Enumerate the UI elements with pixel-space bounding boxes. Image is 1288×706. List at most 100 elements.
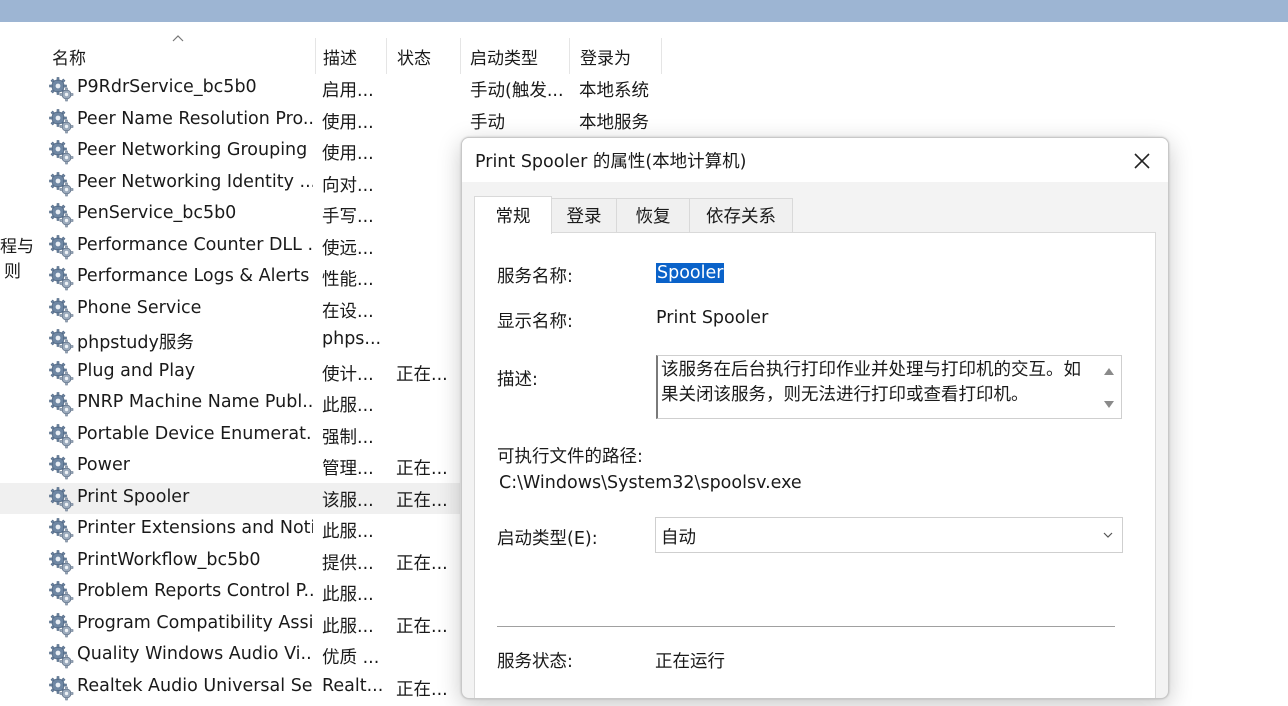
table-row[interactable]: Problem Reports Control P... 此服...	[0, 577, 460, 608]
description-text: 该服务在后台执行打印作业并处理与打印机的交互。如果关闭该服务，则无法进行打印或查…	[661, 360, 1081, 405]
service-name-cell: P9RdrService_bc5b0	[77, 77, 257, 97]
service-logon-cell: 本地系统	[579, 81, 649, 101]
exe-path-value: C:\Windows\System32\spoolsv.exe	[499, 473, 802, 493]
table-row[interactable]: Performance Counter DLL ... 使远...	[0, 231, 460, 262]
service-description-cell: 此服...	[322, 522, 374, 542]
service-name-cell: phpstudy服务	[77, 333, 194, 353]
column-header-status[interactable]: 状态	[387, 38, 461, 74]
tab-logon[interactable]: 登录	[551, 198, 617, 232]
gears-icon	[48, 234, 74, 260]
gears-icon	[48, 549, 74, 575]
tab-general[interactable]: 常规	[474, 196, 552, 234]
service-startup-type-cell: 手动(触发...	[470, 81, 564, 101]
service-name-cell: Power	[77, 455, 130, 475]
display-name-value: Print Spooler	[656, 308, 769, 328]
table-row[interactable]: Printer Extensions and Noti... 此服...	[0, 514, 460, 545]
gears-icon	[48, 643, 74, 669]
service-name-cell: Peer Networking Identity ...	[77, 171, 313, 192]
service-name-cell: Print Spooler	[77, 486, 190, 507]
gears-icon	[48, 328, 74, 354]
service-status-value: 正在运行	[655, 652, 725, 672]
column-header-name[interactable]: 名称	[42, 38, 316, 74]
table-row[interactable]: Peer Networking Grouping 使用...	[0, 136, 460, 167]
display-name-label: 显示名称:	[497, 312, 573, 332]
service-name-cell: PenService_bc5b0	[77, 203, 237, 223]
gears-icon	[48, 391, 74, 417]
dialog-titlebar[interactable]: Print Spooler 的属性(本地计算机)	[462, 138, 1168, 182]
description-label: 描述:	[497, 370, 538, 390]
service-status-cell: 正在...	[396, 616, 448, 637]
service-description-cell: 提供...	[322, 553, 374, 574]
service-name-cell: Quality Windows Audio Vi...	[77, 644, 313, 664]
column-header-label: 描述	[323, 48, 357, 69]
service-description-cell: Realt...	[322, 675, 384, 696]
service-name-cell: Plug and Play	[77, 360, 196, 381]
column-header-label: 状态	[397, 48, 431, 69]
table-row[interactable]: P9RdrService_bc5b0 启用... 手动(触发... 本地系统	[0, 73, 680, 104]
table-row[interactable]: PenService_bc5b0 手写...	[0, 199, 460, 230]
scroll-down-icon[interactable]	[1103, 400, 1115, 410]
service-name-cell: Peer Networking Grouping	[77, 140, 308, 160]
service-name-cell: PrintWorkflow_bc5b0	[77, 549, 261, 570]
gears-icon	[48, 297, 74, 323]
table-row[interactable]: phpstudy服务 phps...	[0, 325, 460, 356]
service-name-cell: Portable Device Enumerat...	[77, 423, 313, 444]
general-tab-panel: 服务名称: Spooler 显示名称: Print Spooler 描述: 该服…	[474, 232, 1156, 698]
service-name-value[interactable]: Spooler	[656, 263, 725, 283]
table-row[interactable]: Plug and Play 使计... 正在...	[0, 357, 460, 388]
startup-type-select[interactable]: 自动	[655, 517, 1123, 553]
table-row[interactable]: Portable Device Enumerat... 强制...	[0, 420, 460, 451]
gears-icon	[48, 580, 74, 606]
service-name-cell: PNRP Machine Name Publ...	[77, 392, 313, 412]
table-row[interactable]: Print Spooler 该服... 正在...	[0, 482, 460, 514]
close-icon[interactable]	[1130, 150, 1154, 172]
table-row[interactable]: Program Compatibility Assi... 此服... 正在...	[0, 609, 460, 640]
table-row[interactable]: Peer Name Resolution Pro... 使用... 手动 本地服务	[0, 105, 680, 136]
exe-path-label: 可执行文件的路径:	[497, 447, 643, 467]
tab-label: 登录	[566, 207, 602, 227]
service-description-cell: 此服...	[322, 396, 374, 416]
table-row[interactable]: Phone Service 在设...	[0, 294, 460, 325]
gears-icon	[48, 423, 74, 449]
table-row[interactable]: Realtek Audio Universal Se... Realt... 正在.…	[0, 672, 460, 703]
service-description-cell: 性能...	[322, 270, 374, 290]
column-header-description[interactable]: 描述	[313, 38, 387, 74]
startup-type-label: 启动类型(E):	[497, 529, 598, 549]
gears-icon	[48, 454, 74, 480]
divider	[497, 626, 1115, 627]
service-description-cell: 优质 ...	[322, 648, 380, 668]
tab-recovery[interactable]: 恢复	[616, 198, 690, 232]
service-name-cell: Printer Extensions and Noti...	[77, 518, 313, 538]
service-name-cell: Program Compatibility Assi...	[77, 612, 313, 633]
service-description-cell: 在设...	[322, 301, 374, 322]
table-row[interactable]: Performance Logs & Alerts 性能...	[0, 262, 460, 293]
table-row[interactable]: PNRP Machine Name Publ... 此服...	[0, 388, 460, 419]
chevron-down-icon	[1103, 532, 1113, 538]
service-description-cell: 此服...	[322, 616, 374, 637]
service-status-cell: 正在...	[396, 364, 448, 385]
service-description-cell: 该服...	[322, 490, 374, 511]
gears-icon	[48, 171, 74, 197]
service-description-cell: 启用...	[322, 81, 374, 101]
service-status-cell: 正在...	[396, 459, 448, 479]
table-row[interactable]: Peer Networking Identity ... 向对...	[0, 168, 460, 199]
scroll-up-icon[interactable]	[1103, 366, 1115, 376]
description-textbox[interactable]: 该服务在后台执行打印作业并处理与打印机的交互。如果关闭该服务，则无法进行打印或查…	[656, 355, 1122, 419]
service-name-cell: Performance Counter DLL ...	[77, 234, 313, 255]
service-status-cell: 正在...	[396, 490, 448, 511]
column-header-label: 名称	[52, 48, 86, 69]
service-name-cell: Performance Logs & Alerts	[77, 266, 310, 286]
gears-icon	[48, 517, 74, 543]
tab-label: 恢复	[635, 207, 671, 227]
column-header-startup-type[interactable]: 启动类型	[460, 38, 570, 74]
column-header-logon-as[interactable]: 登录为	[570, 38, 662, 74]
tab-dependencies[interactable]: 依存关系	[689, 198, 793, 232]
service-description-cell: 向对...	[322, 175, 374, 196]
service-description-cell: 使用...	[322, 112, 374, 133]
column-separator[interactable]	[661, 38, 662, 74]
table-row[interactable]: PrintWorkflow_bc5b0 提供... 正在...	[0, 546, 460, 577]
table-row[interactable]: Power 管理... 正在...	[0, 451, 460, 482]
tab-label: 常规	[495, 207, 531, 227]
sort-caret-up-icon	[172, 35, 184, 42]
table-row[interactable]: Quality Windows Audio Vi... 优质 ...	[0, 640, 460, 671]
